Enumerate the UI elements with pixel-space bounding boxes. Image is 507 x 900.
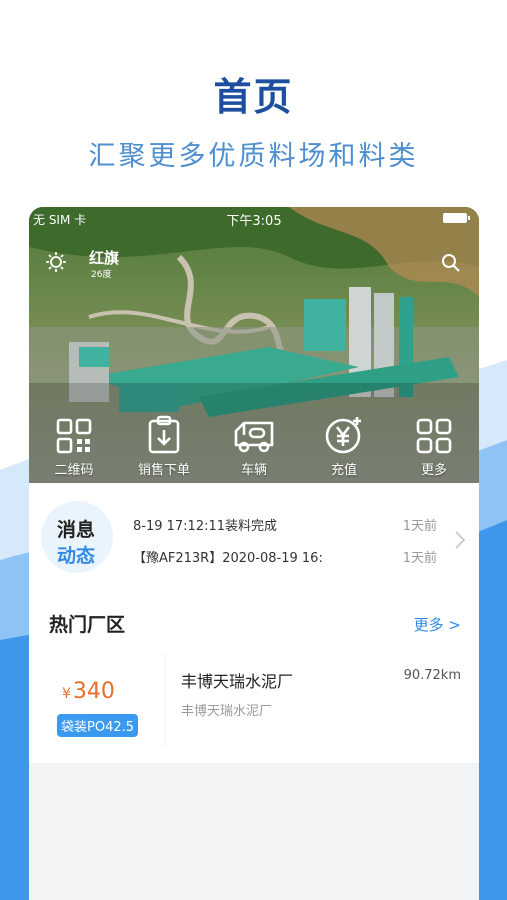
grid-icon [416, 418, 452, 454]
product-tag: 袋装PO42.5 [57, 714, 139, 737]
location-name[interactable]: 红旗 [89, 247, 119, 268]
plant-subtitle: 丰博天瑞水泥厂 [181, 704, 273, 719]
clipboard-download-icon [148, 415, 180, 454]
price-label: ¥340 [62, 679, 115, 704]
quick-action-label: 销售下单 [137, 463, 190, 478]
message-item-text[interactable]: 【豫AF213R】2020-08-19 16: [133, 547, 323, 566]
message-item-time: 1天前 [402, 551, 437, 566]
message-badge-line2: 动态 [57, 545, 96, 567]
quick-action-more[interactable]: 更多 [389, 413, 479, 483]
hot-plants-section: 热门厂区 更多 > ¥340 袋装PO42.5 丰博天瑞水泥厂 丰博天瑞水泥厂 … [29, 588, 479, 763]
quick-action-sales-order[interactable]: 销售下单 [119, 413, 209, 483]
qr-code-icon [56, 418, 92, 454]
distance-label: 90.72km [403, 668, 461, 683]
plant-name: 丰博天瑞水泥厂 [181, 672, 294, 691]
price-value: 340 [72, 679, 115, 704]
message-item-time: 1天前 [402, 519, 437, 534]
search-icon[interactable] [441, 253, 461, 277]
phone-screen: 无 SIM 卡 下午3:05 红旗 26度 二维码 销售下单 车辆 充值 更多 … [29, 207, 479, 900]
quick-action-label: 充值 [330, 463, 357, 478]
yuan-coin-icon [325, 417, 361, 454]
currency-symbol: ¥ [62, 686, 71, 702]
quick-action-label: 二维码 [54, 463, 94, 478]
hero-banner: 无 SIM 卡 下午3:05 红旗 26度 二维码 销售下单 车辆 充值 更多 [29, 207, 479, 483]
message-item-text[interactable]: 8-19 17:12:11装料完成 [133, 515, 277, 534]
message-badge-line1: 消息 [57, 519, 96, 541]
more-link[interactable]: 更多 > [414, 614, 461, 635]
divider [165, 652, 166, 748]
quick-action-label: 更多 [420, 463, 447, 478]
chevron-right-icon[interactable] [455, 531, 466, 553]
truck-icon [234, 421, 274, 453]
status-bar: 无 SIM 卡 下午3:05 [29, 207, 479, 229]
message-feed[interactable]: 消息 动态 8-19 17:12:11装料完成 1天前 【豫AF213R】202… [29, 483, 479, 588]
quick-action-bar: 二维码 销售下单 车辆 充值 更多 [29, 413, 479, 483]
quick-action-qr-code[interactable]: 二维码 [29, 413, 119, 483]
sun-icon[interactable] [45, 251, 67, 277]
temperature-label: 26度 [91, 270, 112, 280]
quick-action-label: 车辆 [240, 463, 267, 478]
section-title: 热门厂区 [49, 614, 126, 636]
promo-title: 首页 [213, 75, 294, 119]
battery-icon [443, 213, 470, 223]
quick-action-recharge[interactable]: 充值 [299, 413, 389, 483]
quick-action-vehicle[interactable]: 车辆 [209, 413, 299, 483]
promo-subtitle: 汇聚更多优质料场和料类 [88, 141, 419, 172]
status-time: 下午3:05 [226, 214, 282, 229]
